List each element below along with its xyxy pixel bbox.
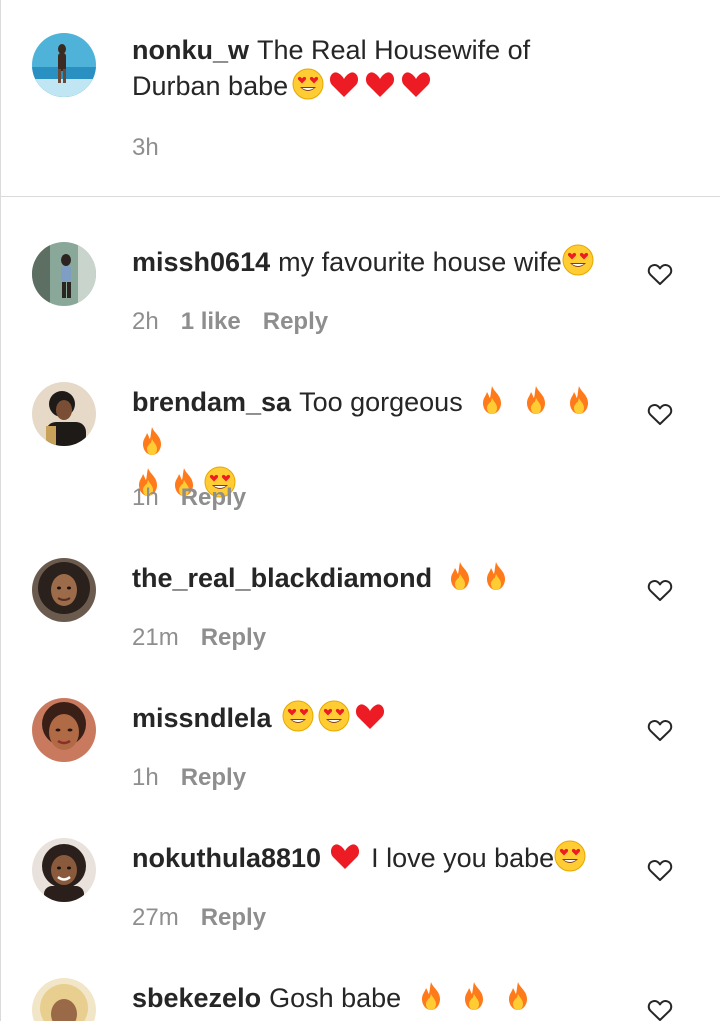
avatar[interactable] <box>32 382 96 446</box>
fire-emoji <box>444 560 476 601</box>
red-heart-emoji <box>329 840 361 881</box>
like-heart-icon[interactable] <box>647 402 673 426</box>
fire-emoji <box>136 425 168 466</box>
avatar[interactable] <box>32 242 96 306</box>
comment-time: 21m <box>132 624 179 651</box>
avatar[interactable] <box>32 558 96 622</box>
heart-eyes-emoji <box>282 700 314 741</box>
comment-text: I love you babe <box>371 843 555 873</box>
fire-emoji <box>415 980 447 1021</box>
like-heart-icon[interactable] <box>647 858 673 882</box>
post-caption: nonku_w The Real Housewife of Durban babe… <box>0 0 720 197</box>
comment-meta: 1h Reply <box>132 484 246 512</box>
red-heart-emoji <box>364 68 396 109</box>
heart-eyes-emoji <box>562 244 594 285</box>
like-heart-icon[interactable] <box>647 718 673 742</box>
comment-meta: 2h 1 like Reply <box>132 308 328 336</box>
comment-time: 1h <box>132 764 159 791</box>
comment-likes[interactable]: 1 like <box>181 308 241 335</box>
fire-emoji <box>476 384 508 425</box>
comment-time: 1h <box>132 484 159 511</box>
avatar[interactable] <box>32 838 96 902</box>
red-heart-emoji <box>328 68 360 109</box>
comment-username[interactable]: the_real_blackdiamond <box>132 563 432 593</box>
avatar[interactable] <box>32 33 96 97</box>
comment-username[interactable]: brendam_sa <box>132 387 291 417</box>
fire-emoji <box>480 560 512 601</box>
comment-time: 27m <box>132 904 179 931</box>
caption-meta: 3h <box>132 134 181 162</box>
comment-meta: 21m Reply <box>132 624 266 652</box>
fire-emoji <box>520 384 552 425</box>
reply-button[interactable]: Reply <box>201 624 266 651</box>
reply-button[interactable]: Reply <box>263 308 328 335</box>
comment-username[interactable]: missh0614 <box>132 247 270 277</box>
caption-username[interactable]: nonku_w <box>132 35 249 65</box>
comment-item: sbekezelo Gosh babe <box>0 978 720 1021</box>
fire-emoji <box>502 980 534 1021</box>
like-heart-icon[interactable] <box>647 998 673 1021</box>
comment-username[interactable]: sbekezelo <box>132 983 261 1013</box>
fire-emoji <box>563 384 595 425</box>
heart-eyes-emoji <box>292 68 324 109</box>
comment-meta: 27m Reply <box>132 904 266 932</box>
red-heart-emoji <box>400 68 432 109</box>
fire-emoji <box>458 980 490 1021</box>
red-heart-emoji <box>354 700 386 741</box>
comment-time: 2h <box>132 308 159 335</box>
avatar[interactable] <box>32 698 96 762</box>
comment-text: my favourite house wife <box>278 247 562 277</box>
caption-time: 3h <box>132 134 159 161</box>
reply-button[interactable]: Reply <box>181 484 246 511</box>
heart-eyes-emoji <box>554 840 586 881</box>
heart-eyes-emoji <box>318 700 350 741</box>
comment-text: Gosh babe <box>269 983 402 1013</box>
like-heart-icon[interactable] <box>647 262 673 286</box>
comment-text: Too gorgeous <box>299 387 463 417</box>
like-heart-icon[interactable] <box>647 578 673 602</box>
caption-text: nonku_w The Real Housewife of Durban babe <box>132 32 622 109</box>
avatar[interactable] <box>32 978 96 1021</box>
comment-username[interactable]: missndlela <box>132 703 272 733</box>
reply-button[interactable]: Reply <box>181 764 246 791</box>
reply-button[interactable]: Reply <box>201 904 266 931</box>
comment-username[interactable]: nokuthula8810 <box>132 843 321 873</box>
comment-meta: 1h Reply <box>132 764 246 792</box>
